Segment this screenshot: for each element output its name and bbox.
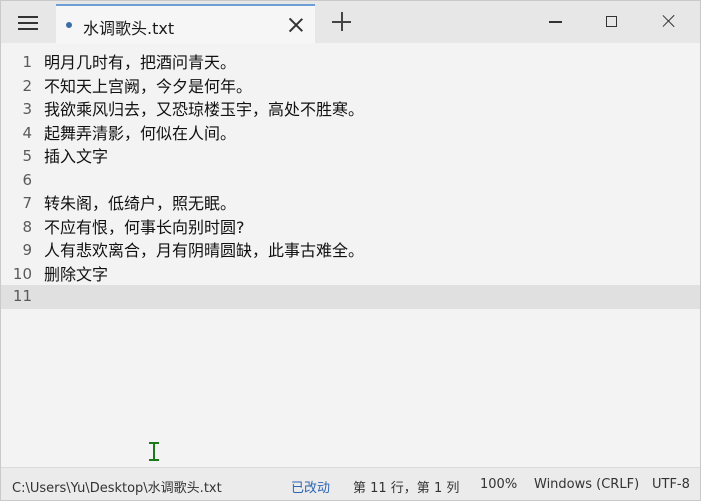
editor-line: 7 转朱阁，低绮户，照无眠。 [1,192,700,216]
line-number: 1 [22,53,32,71]
status-cursor-position[interactable]: 第 11 行，第 1 列 [353,477,459,496]
line-text: 起舞弄清影，何似在人间。 [44,123,237,143]
line-text: 明月几时有，把酒问青天。 [44,53,237,72]
line-number: 2 [22,76,32,95]
status-bar: C:\Users\Yu\Desktop\水调歌头.txt 已改动 第 11 行，… [1,467,700,500]
close-icon[interactable] [287,16,305,34]
line-text: 我欲乘风归去，又恐琼楼玉宇，高处不胜寒。 [44,100,365,119]
line-text: 不应有恨，何事长向别时圆? [44,217,245,237]
hamburger-menu-icon [18,16,38,30]
line-text: 不知天上宫阙，今夕是何年。 [44,76,253,96]
line-number: 8 [22,217,32,236]
line-number: 5 [22,147,32,165]
status-modified: 已改动 [291,481,331,496]
status-file-path: C:\Users\Yu\Desktop\水调歌头.txt [12,481,222,496]
line-number: 10 [12,264,32,283]
minimize-icon[interactable] [549,21,562,23]
editor-line: 5 插入文字 [1,145,700,169]
line-number: 3 [22,100,32,118]
editor-line: 4 起舞弄清影，何似在人间。 [1,122,700,146]
line-number: 9 [22,241,32,259]
maximize-icon[interactable] [606,16,617,27]
line-text: 插入文字 [44,147,109,166]
line-number: 4 [22,123,32,142]
line-number: 11 [12,287,32,305]
line-text: 人有悲欢离合，月有阴晴圆缺，此事古难全。 [44,241,365,260]
title-bar: 水调歌头.txt [1,1,700,44]
line-text: 转朱阁，低绮户，照无眠。 [44,194,237,213]
status-line-ending[interactable]: Windows (CRLF) [534,477,639,492]
editor-line: 9 人有悲欢离合，月有阴晴圆缺，此事古难全。 [1,239,700,263]
text-cursor-icon [148,442,160,461]
document-tab[interactable]: 水调歌头.txt [56,4,315,44]
menu-button[interactable] [7,6,49,40]
line-number: 7 [22,194,32,212]
editor-line: 10 删除文字 [1,263,700,287]
unsaved-dot-icon [66,22,72,28]
editor-line-current: 11 [1,285,700,309]
editor-line: 3 我欲乘风归去，又恐琼楼玉宇，高处不胜寒。 [1,98,700,122]
editor-line: 8 不应有恨，何事长向别时圆? [1,216,700,240]
editor-line: 1 明月几时有，把酒问青天。 [1,51,700,75]
editor-line: 6 [1,169,700,193]
status-encoding[interactable]: UTF-8 [652,477,690,492]
plus-icon[interactable] [332,12,351,31]
notepad-window: 水调歌头.txt 1 明月几时有，把酒问青天。 2 不知天上宫阙，今夕是何年。 … [0,0,701,501]
editor-line: 2 不知天上宫阙，今夕是何年。 [1,75,700,99]
status-zoom[interactable]: 100% [480,477,517,492]
line-text: 删除文字 [44,264,109,284]
tab-title: 水调歌头.txt [83,19,175,38]
window-close-icon[interactable] [662,14,676,28]
line-number: 6 [22,170,32,189]
text-editor[interactable]: 1 明月几时有，把酒问青天。 2 不知天上宫阙，今夕是何年。 3 我欲乘风归去，… [1,49,700,463]
